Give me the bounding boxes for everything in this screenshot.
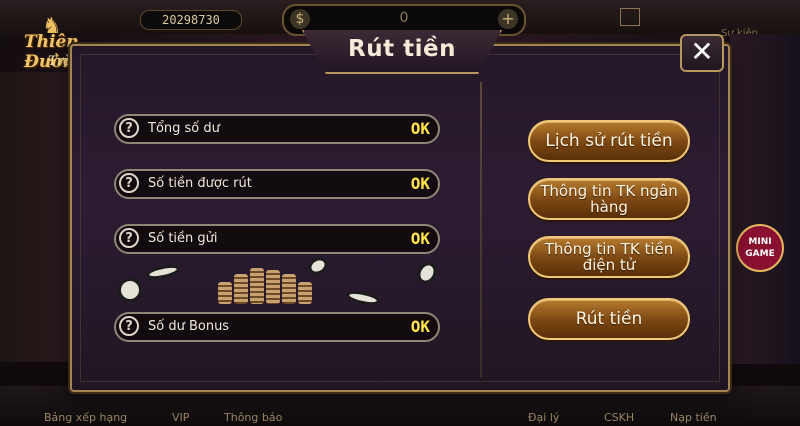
chip-stack	[282, 274, 296, 304]
row-value: OK	[410, 119, 430, 138]
balance-value: 0	[399, 10, 409, 26]
chip-icon	[305, 254, 331, 278]
withdraw-button[interactable]: Rút tiền	[528, 298, 690, 340]
panel-divider	[480, 82, 482, 378]
chip-stack	[250, 268, 264, 304]
row-label: Số dư Bonus	[148, 319, 230, 334]
chip-icon	[145, 262, 181, 282]
chip-stack	[218, 282, 232, 304]
mini-game-button[interactable]: MINI GAME	[736, 224, 784, 272]
nav-vip[interactable]: VIP	[172, 411, 189, 424]
row-value: OK	[410, 229, 430, 248]
add-funds-button[interactable]: +	[498, 9, 518, 29]
row-label: Tổng số dư	[148, 121, 220, 136]
nav-agent[interactable]: Đại lý	[528, 411, 559, 424]
chip-icon	[413, 258, 441, 288]
nav-support[interactable]: CSKH	[604, 411, 634, 424]
right-sidebar: MINI GAME	[730, 34, 800, 364]
modal-title: Rút tiền	[348, 36, 456, 62]
nav-leaderboard[interactable]: Bảng xếp hạng	[44, 411, 127, 424]
close-button[interactable]: ✕	[680, 34, 724, 72]
chip-stack	[298, 282, 312, 304]
bottom-nav: Bảng xếp hạng VIP Thông báo Đại lý CSKH …	[0, 386, 800, 426]
withdrawable-row: ? Số tiền được rút OK	[114, 169, 440, 199]
bonus-balance-row: ? Số dư Bonus OK	[114, 312, 440, 342]
row-value: OK	[410, 174, 430, 193]
deposit-row: ? Số tiền gửi OK	[114, 224, 440, 254]
left-sidebar	[0, 72, 72, 362]
chip-stack	[234, 274, 248, 304]
nav-deposit[interactable]: Nạp tiền	[670, 411, 717, 424]
help-icon[interactable]: ?	[119, 173, 139, 193]
bank-account-info-button[interactable]: Thông tin TK ngân hàng	[528, 178, 690, 220]
close-icon: ✕	[690, 35, 714, 68]
chip-icon	[118, 278, 142, 302]
total-balance-row: ? Tổng số dư OK	[114, 114, 440, 144]
account-id: 20298730	[140, 10, 242, 30]
gift-icon[interactable]	[620, 8, 640, 26]
withdraw-modal: Rút tiền ✕ ? Tổng số dư OK ? Số tiền đượ…	[70, 30, 730, 392]
row-label: Số tiền gửi	[148, 231, 218, 246]
row-value: OK	[410, 317, 430, 336]
chip-stack	[266, 270, 280, 304]
chip-icon	[345, 288, 381, 308]
help-icon[interactable]: ?	[119, 228, 139, 248]
withdraw-history-button[interactable]: Lịch sử rút tiền	[528, 120, 690, 162]
help-icon[interactable]: ?	[119, 316, 139, 336]
row-label: Số tiền được rút	[148, 176, 252, 191]
help-icon[interactable]: ?	[119, 118, 139, 138]
nav-notifications[interactable]: Thông báo	[224, 411, 282, 424]
crypto-account-info-button[interactable]: Thông tin TK tiền điện tử	[528, 236, 690, 278]
